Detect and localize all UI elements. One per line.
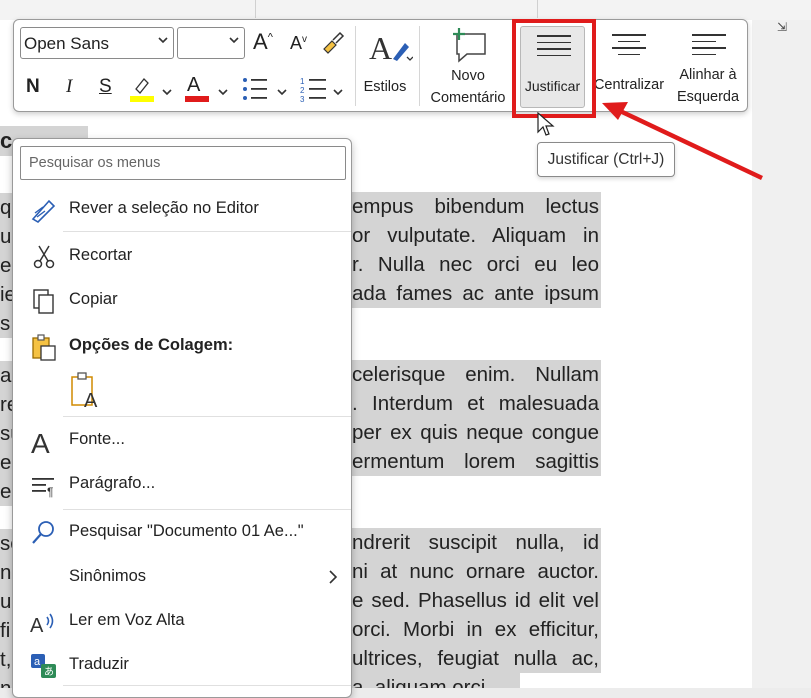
paste-icon xyxy=(32,334,56,361)
svg-text:A: A xyxy=(31,428,50,456)
menu-item-review-editor[interactable]: Rever a seleção no Editor xyxy=(13,189,351,229)
text-line: ni at nunc ornare auctor. xyxy=(350,557,601,586)
menu-item-paragraph[interactable]: ¶ Parágrafo... xyxy=(13,464,351,504)
menu-item-translate[interactable]: a あ Traduzir xyxy=(13,645,351,685)
menu-item-label: Fonte... xyxy=(69,430,125,448)
text-line: celerisque enim. Nullam xyxy=(350,360,601,389)
shrink-font-icon: A xyxy=(290,33,303,53)
highlight-color-button[interactable] xyxy=(128,75,156,103)
text-line: ultrices, feugiat nulla ac, xyxy=(350,644,601,673)
chevron-down-icon xyxy=(229,37,239,44)
chevron-down-icon xyxy=(158,37,168,44)
grow-font-button[interactable]: A^ xyxy=(253,29,273,55)
chevron-down-icon[interactable] xyxy=(332,86,344,98)
menu-divider xyxy=(63,416,351,417)
menu-divider xyxy=(63,231,351,232)
menu-divider xyxy=(63,509,351,510)
italic-button[interactable]: I xyxy=(66,76,72,98)
menu-item-label: Pesquisar "Documento 01 Ae..." xyxy=(69,522,304,540)
menu-item-label: Copiar xyxy=(69,290,118,308)
text-line: per ex quis neque congue xyxy=(350,418,601,447)
svg-text:1: 1 xyxy=(300,77,305,86)
format-painter-icon[interactable] xyxy=(320,29,346,55)
toolbar-separator xyxy=(355,26,356,106)
menu-item-label: Sinônimos xyxy=(69,567,147,585)
context-menu: Rever a seleção no Editor Recortar Copia… xyxy=(12,138,352,698)
styles-icon[interactable]: A xyxy=(367,29,413,67)
text-line: . Interdum et malesuada xyxy=(350,389,601,418)
text-line: r. Nulla nec orci eu leo xyxy=(350,250,601,279)
chevron-right-icon xyxy=(329,570,338,584)
menu-item-label: Ler em Voz Alta xyxy=(69,611,185,629)
align-left-icon xyxy=(692,34,726,60)
read-aloud-icon: A xyxy=(30,613,54,637)
editor-pen-icon xyxy=(31,199,56,224)
text-line: orci. Morbi in ex efficitur, xyxy=(350,615,601,644)
scissors-icon xyxy=(33,245,55,269)
menu-item-label: Traduzir xyxy=(69,655,129,673)
font-icon: A xyxy=(31,428,50,456)
font-name-dropdown[interactable]: Open Sans xyxy=(20,27,174,59)
text-line: e sed. Phasellus id elit vel xyxy=(350,586,601,615)
menu-item-paste-options: Opções de Colagem: xyxy=(13,326,351,366)
menu-item-label: Recortar xyxy=(69,246,133,264)
dialog-launcher-icon[interactable]: ⇲ xyxy=(777,20,787,34)
chevron-down-icon[interactable] xyxy=(276,86,288,98)
menu-item-label: Parágrafo... xyxy=(69,474,156,492)
font-color-button[interactable]: A xyxy=(187,74,200,97)
menu-item-synonyms[interactable]: Sinônimos xyxy=(13,557,351,597)
svg-text:3: 3 xyxy=(300,95,305,103)
bold-button[interactable]: N xyxy=(26,76,40,98)
menu-search-box[interactable] xyxy=(20,146,346,180)
menu-item-label: Rever a seleção no Editor xyxy=(69,199,259,217)
menu-divider xyxy=(63,685,351,686)
menu-item-read-aloud[interactable]: A Ler em Voz Alta xyxy=(13,601,351,641)
text-line: ermentum lorem sagittis xyxy=(350,447,601,476)
menu-item-search-document[interactable]: Pesquisar "Documento 01 Ae..." xyxy=(13,512,351,552)
justify-tooltip: Justificar (Ctrl+J) xyxy=(537,142,675,177)
new-comment-label-line1[interactable]: Novo xyxy=(424,65,512,87)
copy-icon xyxy=(33,289,54,314)
shrink-font-button[interactable]: Av xyxy=(290,33,307,54)
numbering-icon[interactable]: 1 2 3 xyxy=(300,75,328,103)
menu-search-input[interactable] xyxy=(29,155,329,171)
toolbar-separator xyxy=(419,26,420,106)
font-color-swatch xyxy=(185,96,209,102)
menu-item-copy[interactable]: Copiar xyxy=(13,280,351,320)
underline-button[interactable]: S xyxy=(99,76,112,98)
chevron-down-icon[interactable] xyxy=(161,86,173,98)
text-line: empus bibendum lectus xyxy=(350,192,601,221)
font-size-dropdown[interactable] xyxy=(177,27,245,59)
paste-keep-text-only-icon[interactable]: A xyxy=(70,371,104,409)
svg-text:a: a xyxy=(34,656,41,668)
bullets-icon[interactable] xyxy=(241,76,269,102)
svg-text:A: A xyxy=(369,30,392,66)
menu-item-label: Opções de Colagem: xyxy=(69,336,234,354)
menu-item-cut[interactable]: Recortar xyxy=(13,236,351,276)
svg-text:A: A xyxy=(30,615,44,637)
paragraph-icon: ¶ xyxy=(32,478,54,499)
new-comment-label-line2[interactable]: Comentário xyxy=(424,87,512,109)
text-line: ada fames ac ante ipsum xyxy=(350,279,601,308)
chevron-down-icon[interactable] xyxy=(217,86,229,98)
new-comment-icon[interactable] xyxy=(449,28,489,64)
mouse-cursor-icon xyxy=(537,112,555,136)
center-align-icon xyxy=(612,34,646,60)
search-icon xyxy=(32,521,54,544)
font-name-value: Open Sans xyxy=(24,34,110,53)
menu-item-font[interactable]: A Fonte... xyxy=(13,420,351,460)
translate-icon: a あ xyxy=(31,654,56,678)
text-line: or vulputate. Aliquam in xyxy=(350,221,601,250)
styles-label[interactable]: Estilos xyxy=(359,76,411,98)
grow-font-icon: A xyxy=(253,29,268,54)
svg-text:2: 2 xyxy=(300,86,305,95)
text-line: a, aliquam orci. xyxy=(350,673,520,688)
svg-text:¶: ¶ xyxy=(47,485,53,499)
text-line: ndrerit suscipit nulla, id xyxy=(350,528,601,557)
svg-text:あ: あ xyxy=(44,666,54,678)
svg-text:A: A xyxy=(84,390,98,409)
